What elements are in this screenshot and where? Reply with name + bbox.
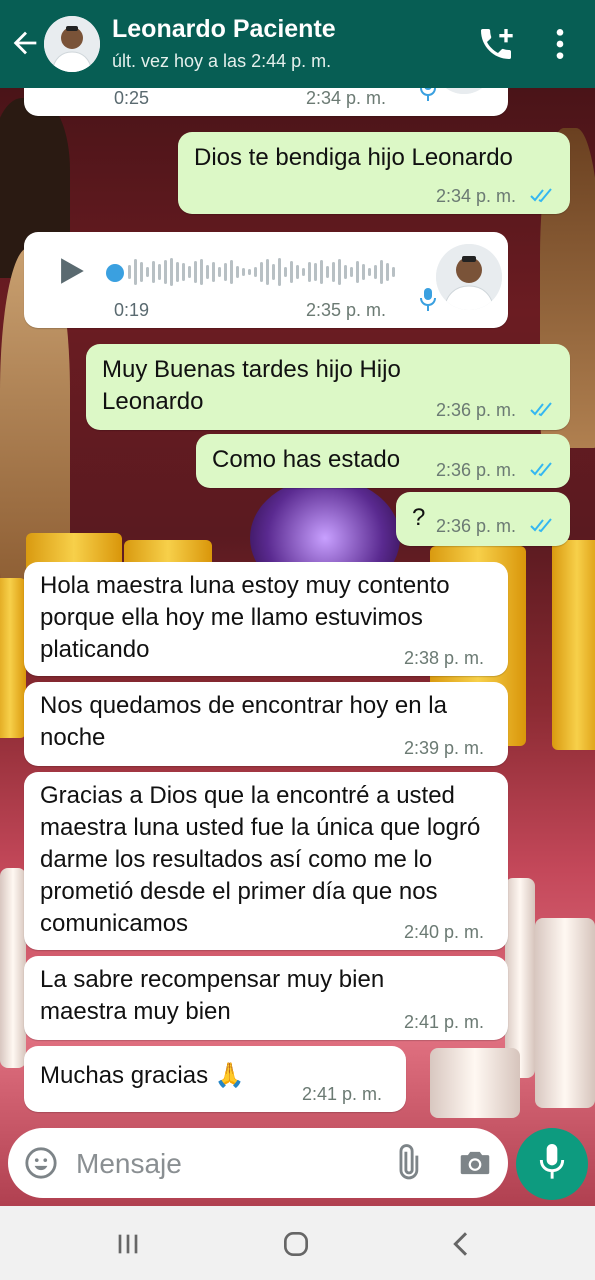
message-text: La sabre recompensar muy bien maestra mu… bbox=[40, 966, 385, 1025]
message-input[interactable]: Mensaje bbox=[76, 1148, 182, 1180]
incoming-message[interactable]: Gracias a Dios que la encontré a usted m… bbox=[24, 772, 508, 950]
camera-icon[interactable] bbox=[456, 1144, 494, 1182]
voice-duration: 0:25 bbox=[114, 88, 150, 108]
message-time: 2:35 p. m. bbox=[306, 300, 387, 320]
audio-waveform[interactable] bbox=[128, 252, 395, 292]
home-icon[interactable] bbox=[280, 1228, 312, 1260]
wallpaper-candle bbox=[0, 868, 26, 1068]
voice-message-bubble[interactable]: 0:19 2:35 p. m. bbox=[24, 232, 508, 328]
outgoing-message[interactable]: Muy Buenas tardes hijo Hijo Leonardo 2:3… bbox=[86, 344, 570, 430]
incoming-message[interactable]: Hola maestra luna estoy muy contento por… bbox=[24, 562, 508, 676]
message-time: 2:36 p. m. bbox=[436, 400, 517, 420]
voice-duration: 0:19 bbox=[114, 300, 150, 320]
message-time: 2:36 p. m. bbox=[436, 460, 517, 480]
contact-avatar[interactable] bbox=[44, 16, 100, 72]
wallpaper-candle bbox=[0, 578, 26, 738]
wallpaper-candle bbox=[430, 1048, 520, 1118]
back-nav-icon[interactable] bbox=[446, 1228, 478, 1260]
incoming-message[interactable]: Muchas gracias 🙏 2:41 p. m. bbox=[24, 1046, 406, 1112]
message-time: 2:39 p. m. bbox=[404, 738, 485, 758]
message-text: Muy Buenas tardes hijo Hijo Leonardo bbox=[102, 356, 401, 415]
voice-record-button[interactable] bbox=[516, 1128, 588, 1200]
message-text: Dios te bendiga hijo Leonardo bbox=[194, 144, 513, 171]
chat-header: Leonardo Paciente últ. vez hoy a las 2:4… bbox=[0, 0, 595, 88]
read-ticks-icon bbox=[530, 188, 552, 203]
emoji-icon[interactable] bbox=[24, 1146, 58, 1180]
read-ticks-icon bbox=[530, 402, 552, 417]
message-time: 2:34 p. m. bbox=[436, 186, 517, 206]
mic-icon bbox=[539, 1144, 565, 1179]
outgoing-message[interactable]: Dios te bendiga hijo Leonardo 2:34 p. m. bbox=[178, 132, 570, 214]
message-time: 2:34 p. m. bbox=[306, 88, 387, 108]
play-icon[interactable] bbox=[54, 254, 88, 288]
mic-icon bbox=[420, 288, 436, 311]
read-ticks-icon bbox=[530, 518, 552, 533]
message-time: 2:40 p. m. bbox=[404, 922, 485, 942]
recent-apps-icon[interactable] bbox=[112, 1228, 144, 1260]
message-time: 2:41 p. m. bbox=[404, 1012, 485, 1032]
system-navigation-bar bbox=[0, 1206, 595, 1280]
outgoing-message[interactable]: Como has estado 2:36 p. m. bbox=[196, 434, 570, 488]
message-time: 2:38 p. m. bbox=[404, 648, 485, 668]
read-ticks-icon bbox=[530, 462, 552, 477]
incoming-message[interactable]: La sabre recompensar muy bien maestra mu… bbox=[24, 956, 508, 1040]
outgoing-message[interactable]: ? 2:36 p. m. bbox=[396, 492, 570, 546]
add-call-icon[interactable] bbox=[476, 24, 516, 64]
message-time: 2:36 p. m. bbox=[436, 516, 517, 536]
wallpaper-candle bbox=[552, 540, 595, 750]
more-vert-icon[interactable] bbox=[540, 24, 580, 64]
message-time: 2:41 p. m. bbox=[302, 1084, 383, 1104]
arrow-left-icon[interactable] bbox=[8, 26, 42, 60]
message-input-bar[interactable]: Mensaje bbox=[8, 1128, 508, 1198]
message-text: Gracias a Dios que la encontré a usted m… bbox=[40, 782, 481, 937]
message-text: ? bbox=[412, 504, 426, 531]
last-seen-status: últ. vez hoy a las 2:44 p. m. bbox=[112, 51, 332, 71]
paperclip-icon[interactable] bbox=[388, 1144, 426, 1182]
message-text: Muchas gracias 🙏 bbox=[40, 1062, 245, 1089]
audio-progress-dot[interactable] bbox=[106, 264, 124, 282]
wallpaper-candle bbox=[535, 918, 595, 1108]
message-text: Como has estado bbox=[212, 446, 401, 473]
voice-sender-avatar bbox=[436, 244, 502, 310]
contact-name[interactable]: Leonardo Paciente bbox=[112, 15, 336, 44]
incoming-message[interactable]: Nos quedamos de encontrar hoy en la noch… bbox=[24, 682, 508, 766]
